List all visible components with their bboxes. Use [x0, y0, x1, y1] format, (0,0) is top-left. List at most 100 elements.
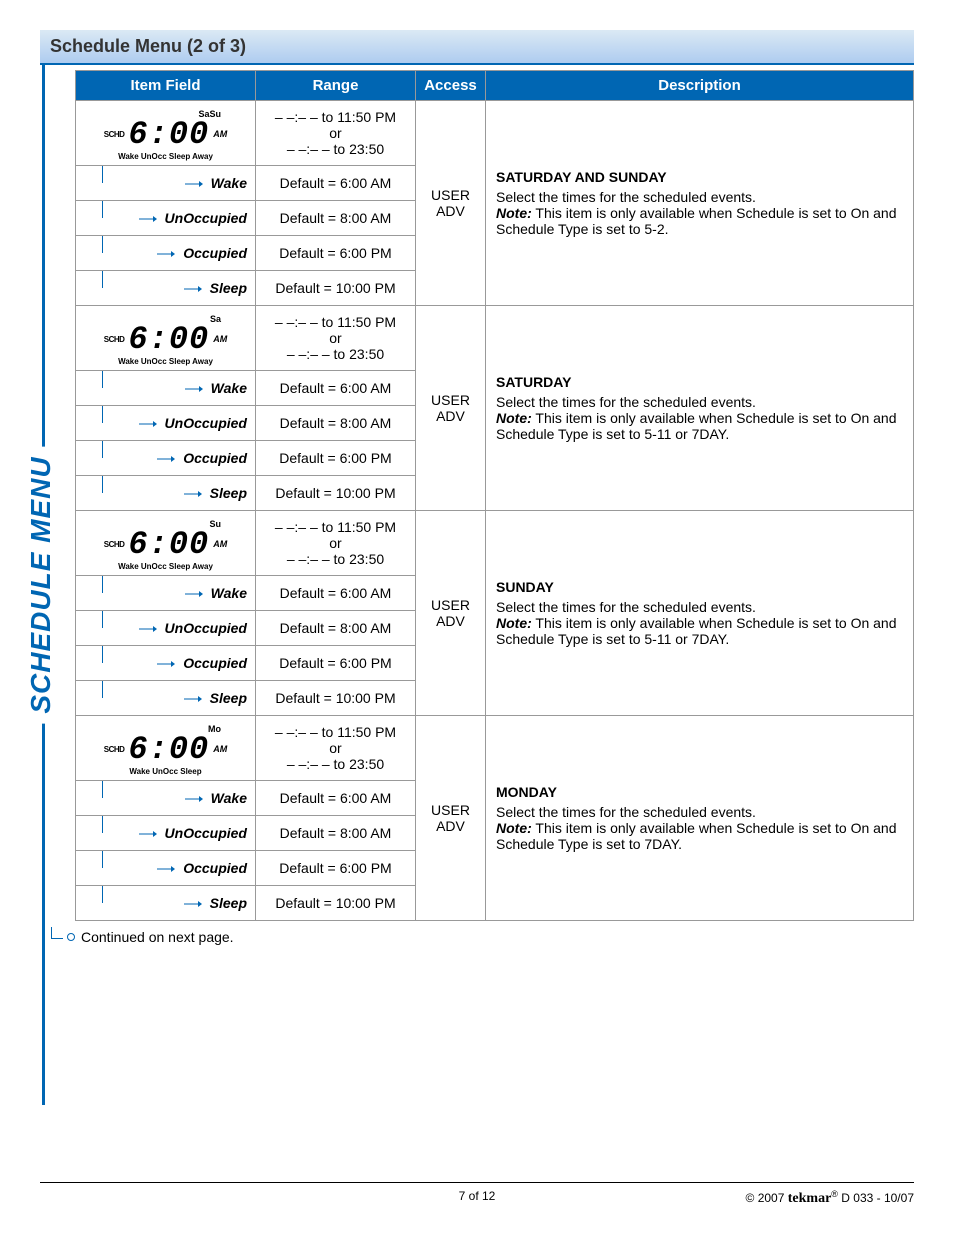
item-sub-cell: Wake: [76, 166, 256, 201]
content-area: SCHEDULE MENU Item Field Range Access De…: [42, 65, 914, 1105]
sub-item-label: Wake: [211, 175, 247, 191]
header-item: Item Field: [76, 71, 256, 101]
sub-item-sleep: Sleep: [76, 886, 255, 920]
lcd-schd-label: SCHD: [104, 746, 125, 754]
range-default: Default = 6:00 AM: [256, 781, 416, 816]
range-default: Default = 6:00 AM: [256, 576, 416, 611]
sub-item-wake: Wake: [76, 781, 255, 815]
arrow-icon: [184, 280, 202, 296]
item-sub-cell: Sleep: [76, 886, 256, 921]
sub-item-sleep: Sleep: [76, 681, 255, 715]
item-lcd-cell: Su SCHD 6:00 AM Wake UnOcc Sleep Away: [76, 511, 256, 576]
desc-note: Note: This item is only available when S…: [496, 820, 903, 852]
header-desc: Description: [486, 71, 914, 101]
sub-item-occupied: Occupied: [76, 646, 255, 680]
lcd-time: 6:00: [128, 119, 209, 151]
range-default: Default = 6:00 PM: [256, 646, 416, 681]
lcd-ampm: AM: [213, 745, 227, 754]
access-cell: USERADV: [416, 511, 486, 716]
arrow-icon: [139, 415, 157, 431]
sub-item-label: UnOccupied: [165, 210, 247, 226]
lcd-schd-label: SCHD: [104, 131, 125, 139]
desc-select: Select the times for the scheduled event…: [496, 599, 903, 615]
sub-item-occupied: Occupied: [76, 851, 255, 885]
access-cell: USERADV: [416, 101, 486, 306]
lcd-display: SaSu SCHD 6:00 AM Wake UnOcc Sleep Away: [76, 102, 255, 165]
description-cell: SATURDAY AND SUNDAY Select the times for…: [486, 101, 914, 306]
range-default: Default = 8:00 AM: [256, 406, 416, 441]
lcd-modes: Wake UnOcc Sleep Away: [80, 358, 251, 366]
item-sub-cell: Occupied: [76, 646, 256, 681]
sub-item-label: Occupied: [183, 655, 247, 671]
sub-item-label: UnOccupied: [165, 620, 247, 636]
sub-item-unoccupied: UnOccupied: [76, 201, 255, 235]
item-sub-cell: UnOccupied: [76, 406, 256, 441]
lcd-ampm: AM: [213, 540, 227, 549]
item-lcd-cell: SaSu SCHD 6:00 AM Wake UnOcc Sleep Away: [76, 101, 256, 166]
range-main: – –:– – to 11:50 PM or – –:– – to 23:50: [256, 716, 416, 781]
description-cell: SATURDAY Select the times for the schedu…: [486, 306, 914, 511]
range-default: Default = 10:00 PM: [256, 476, 416, 511]
range-main: – –:– – to 11:50 PM or – –:– – to 23:50: [256, 101, 416, 166]
item-sub-cell: Wake: [76, 576, 256, 611]
item-lcd-cell: Sa SCHD 6:00 AM Wake UnOcc Sleep Away: [76, 306, 256, 371]
sub-item-unoccupied: UnOccupied: [76, 611, 255, 645]
arrow-icon: [157, 655, 175, 671]
lcd-time: 6:00: [128, 324, 209, 356]
access-cell: USERADV: [416, 716, 486, 921]
sub-item-unoccupied: UnOccupied: [76, 816, 255, 850]
desc-title: SATURDAY: [496, 374, 903, 390]
desc-select: Select the times for the scheduled event…: [496, 394, 903, 410]
page-number: 7 of 12: [459, 1189, 496, 1203]
lcd-display: Su SCHD 6:00 AM Wake UnOcc Sleep Away: [76, 512, 255, 575]
desc-note: Note: This item is only available when S…: [496, 615, 903, 647]
lcd-modes: Wake UnOcc Sleep Away: [80, 563, 251, 571]
desc-select: Select the times for the scheduled event…: [496, 189, 903, 205]
arrow-icon: [184, 895, 202, 911]
arrow-icon: [184, 485, 202, 501]
sub-item-label: Sleep: [210, 690, 247, 706]
table-row: Su SCHD 6:00 AM Wake UnOcc Sleep Away – …: [76, 511, 914, 576]
page-footer: 7 of 12 © 2007 tekmar® D 033 - 10/07: [40, 1182, 914, 1207]
desc-note: Note: This item is only available when S…: [496, 205, 903, 237]
continued-note: Continued on next page.: [51, 929, 914, 945]
sub-item-sleep: Sleep: [76, 271, 255, 305]
sub-item-label: Wake: [211, 790, 247, 806]
sub-item-label: Sleep: [210, 485, 247, 501]
range-default: Default = 6:00 PM: [256, 441, 416, 476]
lcd-display: Sa SCHD 6:00 AM Wake UnOcc Sleep Away: [76, 307, 255, 370]
item-sub-cell: Occupied: [76, 851, 256, 886]
desc-title: MONDAY: [496, 784, 903, 800]
lcd-time: 6:00: [128, 734, 209, 766]
arrow-icon: [157, 860, 175, 876]
lcd-ampm: AM: [213, 335, 227, 344]
access-cell: USERADV: [416, 306, 486, 511]
lcd-schd-label: SCHD: [104, 541, 125, 549]
footer-right: © 2007 tekmar® D 033 - 10/07: [746, 1189, 914, 1207]
item-sub-cell: UnOccupied: [76, 816, 256, 851]
range-default: Default = 10:00 PM: [256, 886, 416, 921]
arrow-icon: [185, 175, 203, 191]
description-cell: MONDAY Select the times for the schedule…: [486, 716, 914, 921]
sub-item-wake: Wake: [76, 371, 255, 405]
sub-item-label: Sleep: [210, 895, 247, 911]
description-cell: SUNDAY Select the times for the schedule…: [486, 511, 914, 716]
desc-select: Select the times for the scheduled event…: [496, 804, 903, 820]
lcd-display: Mo SCHD 6:00 AM Wake UnOcc Sleep: [76, 717, 255, 780]
range-main: – –:– – to 11:50 PM or – –:– – to 23:50: [256, 511, 416, 576]
sub-item-label: UnOccupied: [165, 825, 247, 841]
arrow-icon: [185, 585, 203, 601]
range-main: – –:– – to 11:50 PM or – –:– – to 23:50: [256, 306, 416, 371]
arrow-icon: [139, 825, 157, 841]
range-default: Default = 8:00 AM: [256, 816, 416, 851]
range-default: Default = 8:00 AM: [256, 611, 416, 646]
table-row: Mo SCHD 6:00 AM Wake UnOcc Sleep – –:– –…: [76, 716, 914, 781]
item-sub-cell: Wake: [76, 781, 256, 816]
sub-item-occupied: Occupied: [76, 236, 255, 270]
sub-item-label: UnOccupied: [165, 415, 247, 431]
sub-item-sleep: Sleep: [76, 476, 255, 510]
range-default: Default = 10:00 PM: [256, 271, 416, 306]
sub-item-wake: Wake: [76, 166, 255, 200]
desc-title: SUNDAY: [496, 579, 903, 595]
arrow-icon: [185, 380, 203, 396]
